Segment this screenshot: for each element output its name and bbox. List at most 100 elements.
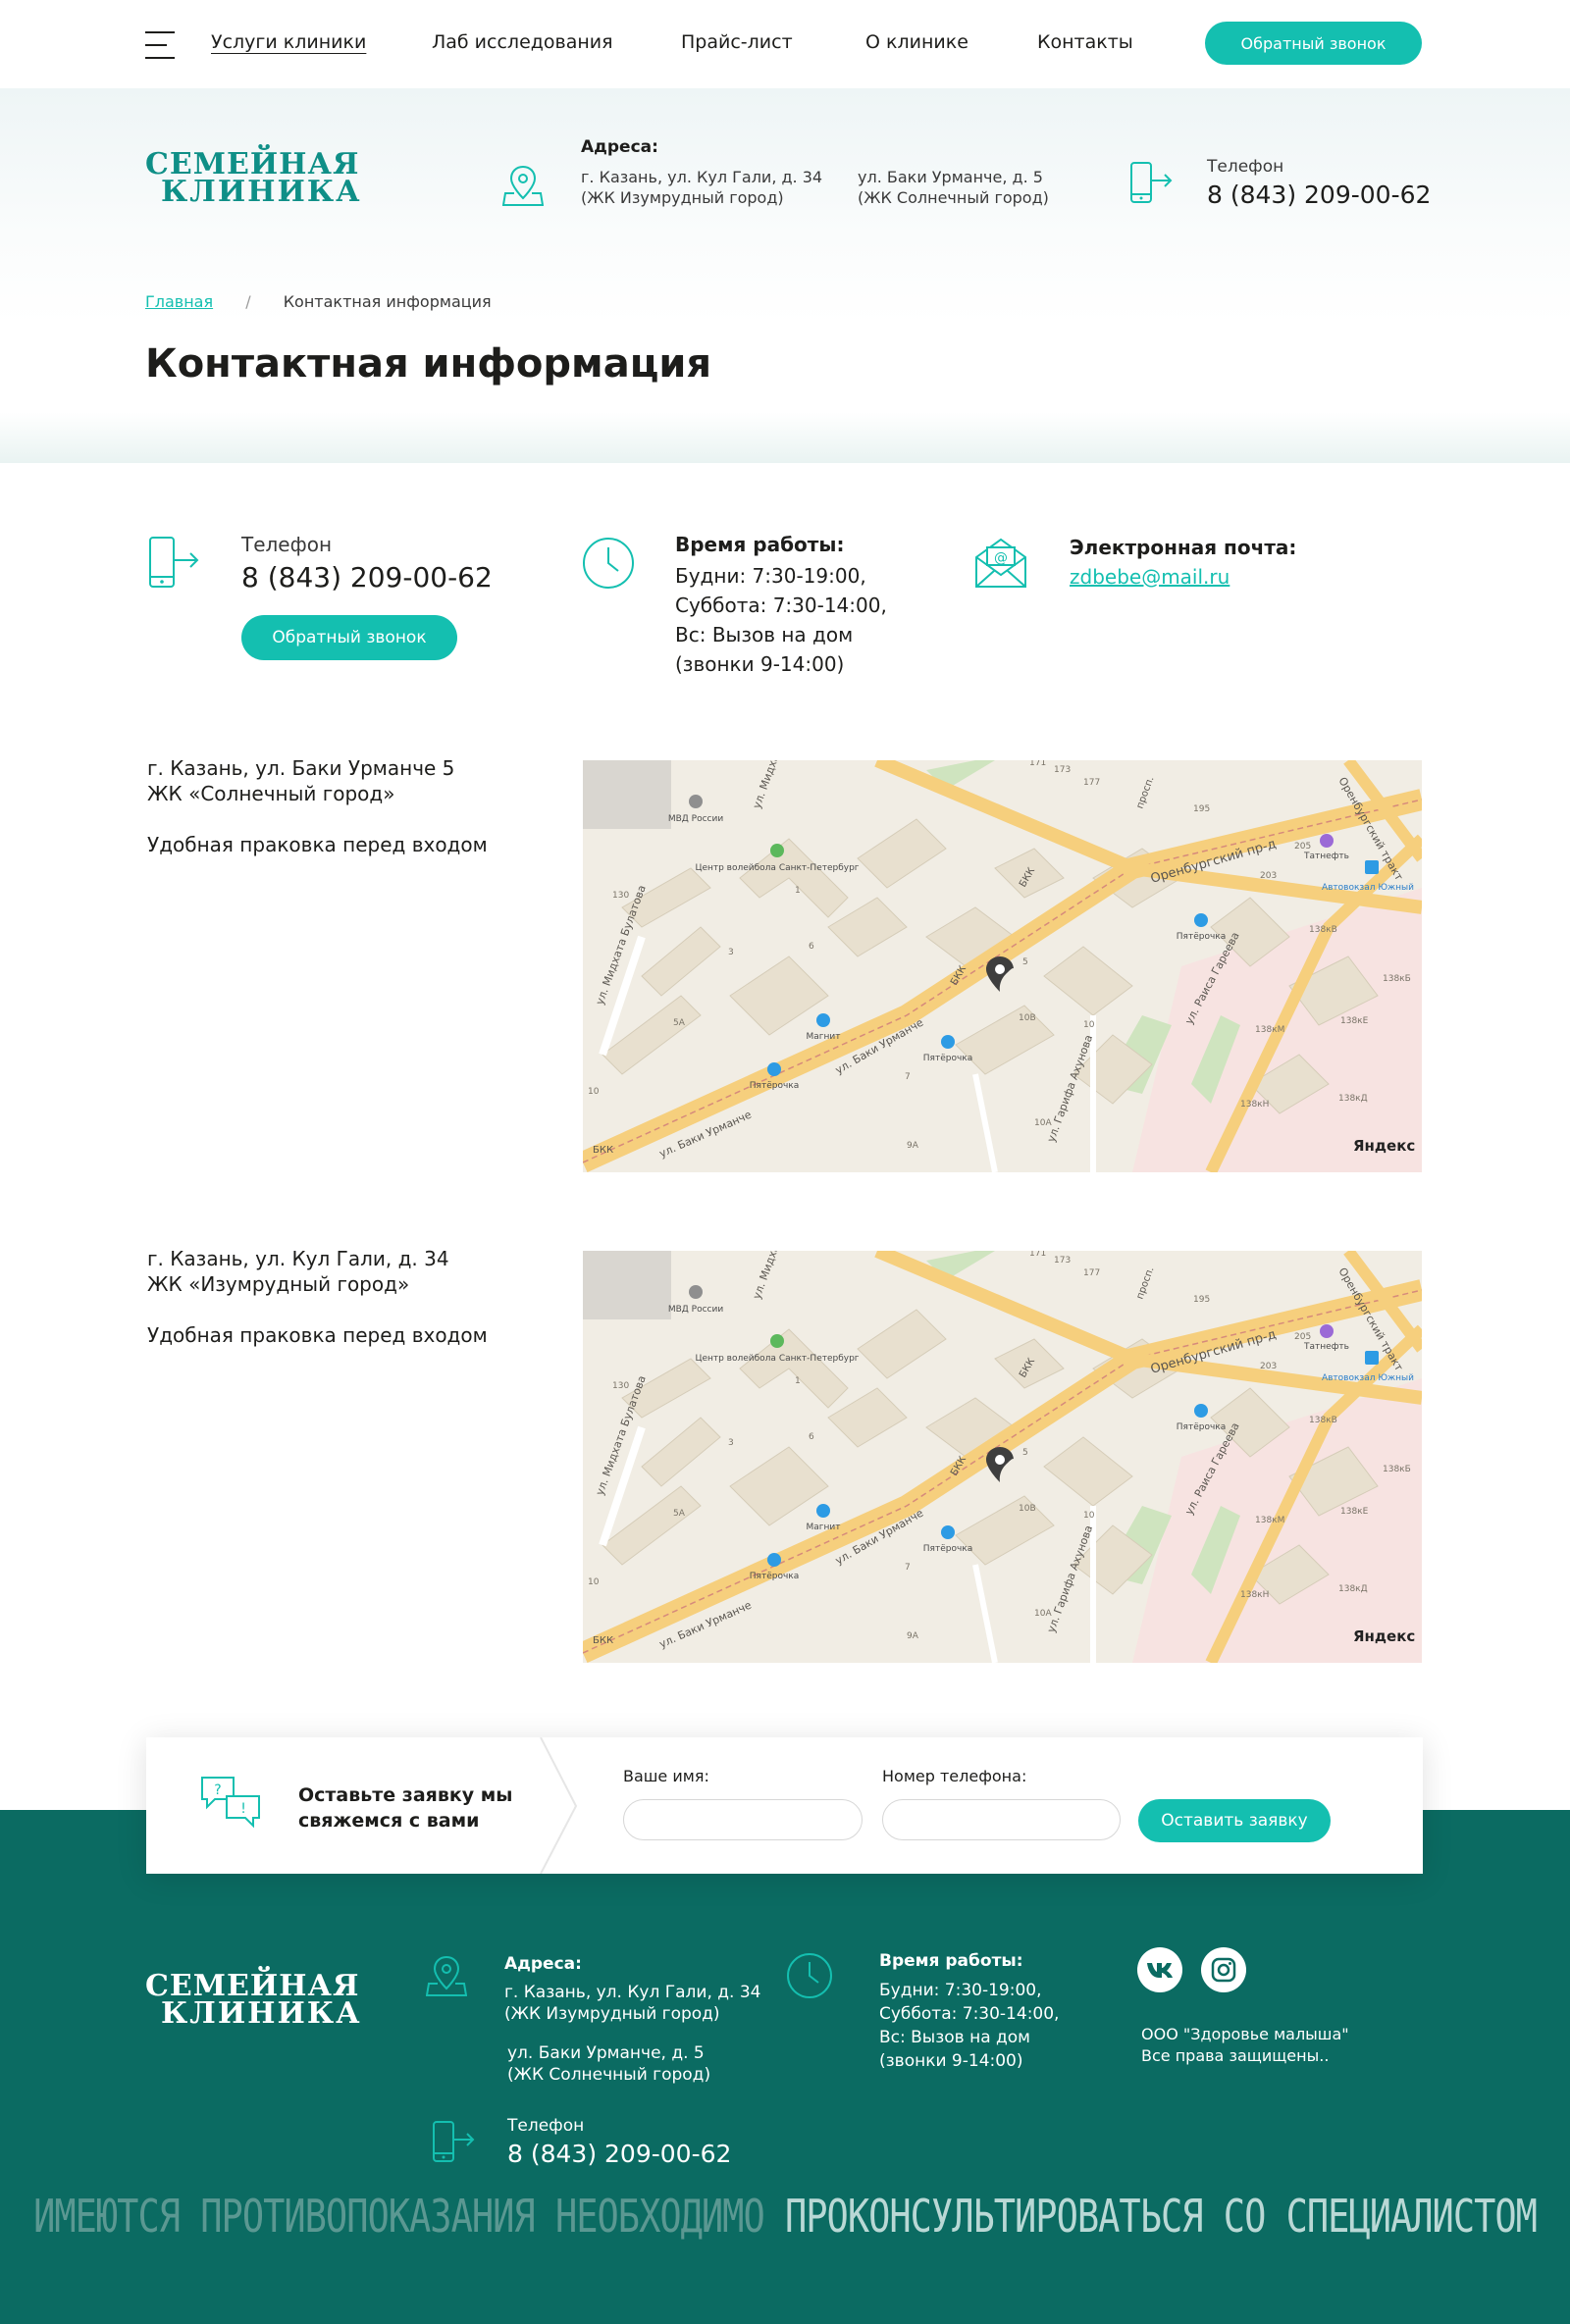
nav-price[interactable]: Прайс-лист: [681, 31, 793, 53]
footer-rights: Все права защищены..: [1141, 2046, 1330, 2065]
location-2-line1: г. Казань, ул. Кул Гали, д. 34: [147, 1247, 449, 1270]
top-navigation: Услуги клиники Лаб исследования Прайс-ли…: [0, 0, 1570, 88]
map-house-number: 3: [728, 1438, 734, 1448]
contacts-hours-line: Вс: Вызов на дом: [675, 623, 854, 646]
map-house-number: 1: [795, 1376, 801, 1386]
map-house-number: 130: [612, 1381, 629, 1391]
map-poi-label: Автовокзал Южный: [1322, 1373, 1414, 1383]
map-house-number: 138кМ: [1255, 1025, 1284, 1035]
request-form: ? ! Оставьте заявку мы свяжемся с вами В…: [146, 1737, 1423, 1874]
name-label: Ваше имя:: [623, 1767, 709, 1785]
contacts-hours-line: Суббота: 7:30-14:00,: [675, 594, 887, 617]
footer-company-name: ООО "Здоровье малыша": [1141, 2025, 1349, 2043]
location-pin-icon: [426, 1955, 467, 1996]
map-house-number: 10А: [1034, 1609, 1052, 1619]
footer-addresses-label: Адреса:: [504, 1954, 582, 1974]
header-phone[interactable]: 8 (843) 209-00-62: [1207, 181, 1431, 209]
name-input[interactable]: [623, 1799, 863, 1840]
footer-address2-line1: ул. Баки Урманче, д. 5: [507, 2043, 705, 2063]
map-house-number: 138кБ: [1383, 974, 1411, 984]
header-address2-line2: (ЖК Солнечный город): [858, 188, 1049, 207]
footer: [0, 1810, 1570, 2324]
phone-icon: [433, 2121, 475, 2162]
contacts-hours-line: (звонки 9-14:00): [675, 652, 845, 676]
svg-text:!: !: [240, 1801, 246, 1817]
menu-icon[interactable]: [145, 31, 175, 59]
form-title-line1: Оставьте заявку мы: [298, 1784, 513, 1806]
footer-hours: Будни: 7:30-19:00, Суббота: 7:30-14:00, …: [879, 1979, 1059, 2073]
phone-input-label: Номер телефона:: [882, 1767, 1027, 1785]
vk-icon[interactable]: [1137, 1947, 1182, 1992]
form-title: Оставьте заявку мы свяжемся с вами: [298, 1782, 513, 1833]
map-poi-label: МВД России: [668, 1305, 724, 1315]
map-house-number: 138кЕ: [1340, 1507, 1369, 1517]
map-poi-label: Пятёрочка: [750, 1081, 799, 1091]
footer-warning: ИМЕЮТСЯ ПРОТИВОПОКАЗАНИЯ НЕОБХОДИМО ПРОК…: [0, 2191, 1570, 2244]
map-house-number: 9А: [907, 1631, 919, 1641]
map-house-number: 3: [728, 948, 734, 957]
location-1-line2: ЖК «Солнечный город»: [147, 782, 395, 805]
page-title: Контактная информация: [145, 341, 712, 387]
brand-logo[interactable]: СЕМЕЙНАЯ КЛИНИКА: [145, 150, 362, 207]
nav-lab[interactable]: Лаб исследования: [432, 31, 613, 53]
footer-hours-label: Время работы:: [879, 1951, 1023, 1971]
footer-warning-part2: ПРОКОНСУЛЬТИРОВАТЬСЯ СО СПЕЦИАЛИСТОМ: [785, 2190, 1538, 2244]
phone-input[interactable]: [882, 1799, 1121, 1840]
map-house-number: 173: [1054, 1256, 1071, 1265]
footer-address1-line2: (ЖК Изумрудный город): [504, 2004, 720, 2024]
footer-hours-line: (звонки 9-14:00): [879, 2051, 1023, 2071]
nav-contacts[interactable]: Контакты: [1037, 31, 1133, 53]
callback-button-top[interactable]: Обратный звонок: [1205, 22, 1422, 65]
map-house-number: 5: [1022, 957, 1028, 967]
footer-phone-label: Телефон: [507, 2116, 585, 2136]
footer-address1: г. Казань, ул. Кул Гали, д. 34 (ЖК Изумр…: [504, 1982, 760, 2025]
map-house-number: 203: [1260, 1362, 1277, 1371]
map-house-number: 9А: [907, 1141, 919, 1151]
map-house-number: 138кН: [1240, 1590, 1269, 1600]
map-poi-label: Автовокзал Южный: [1322, 883, 1414, 893]
map-house-number: 205: [1294, 842, 1311, 852]
map-house-number: 7: [905, 1072, 911, 1082]
nav-about[interactable]: О клинике: [865, 31, 968, 53]
email-icon: @: [975, 538, 1026, 588]
instagram-icon[interactable]: [1201, 1947, 1246, 1992]
map-house-number: 10В: [1019, 1504, 1036, 1514]
footer-logo[interactable]: СЕМЕЙНАЯ КЛИНИКА: [145, 1972, 362, 2029]
map-graphic: ул. Баки Урманче ул. Баки Урманче Оренбу…: [583, 1251, 1422, 1663]
header-address1-line1: г. Казань, ул. Кул Гали, д. 34: [581, 168, 823, 186]
map-house-number: 7: [905, 1563, 911, 1573]
header-address2: ул. Баки Урманче, д. 5 (ЖК Солнечный гор…: [858, 167, 1049, 208]
map-poi-label: Магнит: [807, 1032, 841, 1042]
map-poi-label: Пятёрочка: [750, 1572, 799, 1581]
contacts-email[interactable]: zdbebe@mail.ru: [1070, 565, 1230, 589]
form-title-line2: свяжемся с вами: [298, 1810, 480, 1832]
footer-warning-part1: ИМЕЮТСЯ ПРОТИВОПОКАЗАНИЯ НЕОБХОДИМО: [33, 2190, 765, 2244]
map-poi-label: Пятёрочка: [1177, 932, 1226, 942]
location-1-line1: г. Казань, ул. Баки Урманче 5: [147, 756, 455, 780]
breadcrumb-separator: /: [245, 292, 251, 311]
contacts-phone[interactable]: 8 (843) 209-00-62: [241, 561, 493, 594]
location-2-map[interactable]: ул. Баки Урманче ул. Баки Урманче Оренбу…: [583, 1251, 1422, 1663]
breadcrumb-home[interactable]: Главная: [145, 292, 213, 311]
map-house-number: 10: [588, 1087, 600, 1097]
map-house-number: 5А: [673, 1018, 686, 1028]
footer-phone[interactable]: 8 (843) 209-00-62: [507, 2140, 731, 2169]
form-divider: [540, 1737, 578, 1874]
map-graphic: ул. Баки Урманче ул. Баки Урманче Оренбу…: [583, 760, 1422, 1172]
submit-request-button[interactable]: Оставить заявку: [1138, 1799, 1331, 1842]
footer-hours-line: Суббота: 7:30-14:00,: [879, 2004, 1060, 2024]
callback-button[interactable]: Обратный звонок: [241, 615, 457, 660]
header-phone-label: Телефон: [1207, 157, 1284, 177]
map-house-number: 138кД: [1338, 1094, 1368, 1104]
header-addresses-label: Адреса:: [581, 137, 658, 157]
map-house-number: 171: [1029, 1251, 1046, 1259]
location-1-map[interactable]: ул. Баки Урманче ул. Баки Урманче Оренбу…: [583, 760, 1422, 1172]
map-house-number: 1: [795, 886, 801, 896]
location-2-info: г. Казань, ул. Кул Гали, д. 34 ЖК «Изумр…: [147, 1246, 488, 1348]
map-house-number: 10: [588, 1577, 600, 1587]
map-house-number: 10: [1083, 1511, 1095, 1521]
clock-icon: [787, 1953, 832, 1998]
nav-services[interactable]: Услуги клиники: [211, 31, 366, 53]
contacts-hours: Будни: 7:30-19:00, Суббота: 7:30-14:00, …: [675, 561, 887, 679]
map-poi-label: Татнефть: [1303, 852, 1349, 861]
